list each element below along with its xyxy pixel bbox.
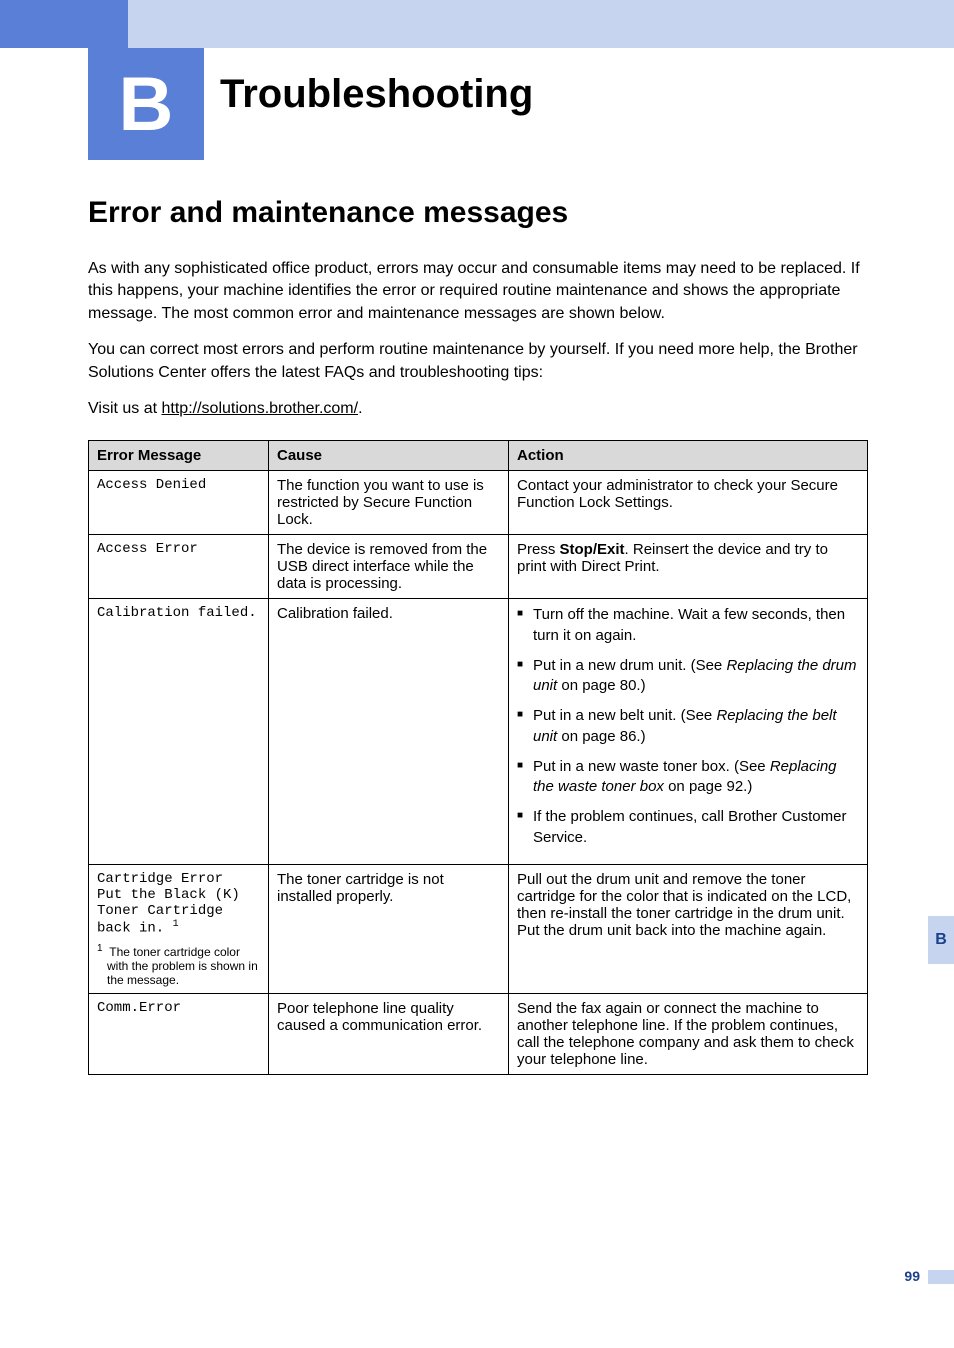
header-left-strip	[0, 0, 128, 48]
error-message-cell: Calibration failed.	[89, 599, 269, 865]
side-tab: B	[928, 916, 954, 964]
header-band	[0, 0, 954, 48]
intro-paragraph-1: As with any sophisticated office product…	[88, 258, 868, 325]
section-title: Error and maintenance messages	[88, 196, 868, 230]
error-message-cell: Access Denied	[89, 471, 269, 535]
table-row: Comm.Error Poor telephone line quality c…	[89, 993, 868, 1074]
page-number: 99	[904, 1268, 920, 1284]
footnote-ref: 1	[173, 919, 179, 930]
page-title: Troubleshooting	[220, 72, 533, 117]
action-list: Turn off the machine. Wait a few seconds…	[517, 605, 859, 848]
visit-prefix: Visit us at	[88, 400, 162, 417]
list-item: Turn off the machine. Wait a few seconds…	[517, 605, 859, 646]
page-number-bar	[928, 1270, 954, 1284]
cause-cell: The device is removed from the USB direc…	[269, 535, 509, 599]
error-messages-table: Error Message Cause Action Access Denied…	[88, 440, 868, 1074]
stop-exit-key: Stop/Exit	[560, 541, 625, 558]
intro-paragraph-2: You can correct most errors and perform …	[88, 339, 868, 384]
main-content: Error and maintenance messages As with a…	[88, 196, 868, 1075]
footnote-num: 1	[97, 943, 103, 954]
msg-line: Cartridge Error	[97, 871, 260, 887]
list-item: Put in a new belt unit. (See Replacing t…	[517, 706, 859, 747]
action-cell: Turn off the machine. Wait a few seconds…	[509, 599, 868, 865]
solutions-link[interactable]: http://solutions.brother.com/	[162, 400, 359, 417]
visit-suffix: .	[358, 400, 362, 417]
col-action: Action	[509, 441, 868, 471]
cause-cell: Poor telephone line quality caused a com…	[269, 993, 509, 1074]
intro-paragraph-3: Visit us at http://solutions.brother.com…	[88, 398, 868, 420]
msg-line: Toner Cartridge	[97, 903, 260, 919]
action-cell: Contact your administrator to check your…	[509, 471, 868, 535]
error-message-cell: Access Error	[89, 535, 269, 599]
action-cell: Send the fax again or connect the machin…	[509, 993, 868, 1074]
msg-line: Put the Black (K)	[97, 887, 260, 903]
table-header-row: Error Message Cause Action	[89, 441, 868, 471]
li-suffix: on page 92.)	[664, 778, 752, 795]
table-row: Cartridge Error Put the Black (K) Toner …	[89, 864, 868, 993]
li-prefix: Put in a new belt unit. (See	[533, 707, 716, 724]
list-item: If the problem continues, call Brother C…	[517, 807, 859, 848]
action-cell: Pull out the drum unit and remove the to…	[509, 864, 868, 993]
action-cell: Press Stop/Exit. Reinsert the device and…	[509, 535, 868, 599]
appendix-letter-block: B	[88, 48, 204, 160]
li-prefix: Put in a new waste toner box. (See	[533, 758, 770, 775]
action-prefix: Press	[517, 541, 560, 558]
table-row: Access Denied The function you want to u…	[89, 471, 868, 535]
col-error-message: Error Message	[89, 441, 269, 471]
cause-cell: Calibration failed.	[269, 599, 509, 865]
li-suffix: on page 80.)	[557, 677, 645, 694]
footnote-text: 1 The toner cartridge color with the pro…	[97, 943, 260, 987]
msg-line: back in. 1	[97, 919, 260, 937]
table-row: Calibration failed. Calibration failed. …	[89, 599, 868, 865]
footnote-body: The toner cartridge color with the probl…	[107, 945, 258, 987]
list-item: Put in a new drum unit. (See Replacing t…	[517, 656, 859, 697]
col-cause: Cause	[269, 441, 509, 471]
li-prefix: Put in a new drum unit. (See	[533, 657, 726, 674]
list-item: Put in a new waste toner box. (See Repla…	[517, 757, 859, 798]
li-suffix: on page 86.)	[557, 728, 645, 745]
error-message-cell: Comm.Error	[89, 993, 269, 1074]
error-message-cell: Cartridge Error Put the Black (K) Toner …	[89, 864, 269, 993]
cause-cell: The function you want to use is restrict…	[269, 471, 509, 535]
cause-cell: The toner cartridge is not installed pro…	[269, 864, 509, 993]
table-row: Access Error The device is removed from …	[89, 535, 868, 599]
